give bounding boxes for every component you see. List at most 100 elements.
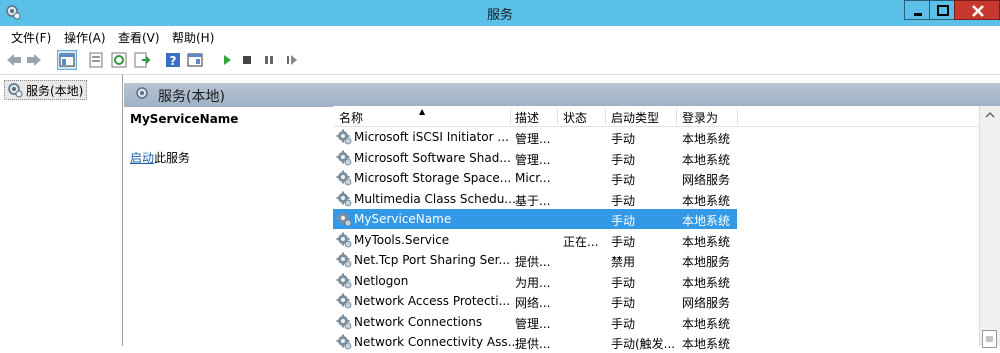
services-icon	[8, 83, 23, 98]
forward-icon[interactable]	[25, 51, 43, 69]
cell-startup-type: 手动	[611, 275, 636, 290]
table-row[interactable]: Microsoft Software Shad... 管理... 手动 本地系统	[333, 148, 737, 168]
gear-icon	[336, 129, 352, 145]
column-startup-type[interactable]: 启动类型	[611, 109, 659, 126]
cell-startup-type: 手动	[611, 296, 636, 310]
vertical-scrollbar[interactable]	[979, 106, 1000, 348]
start-service-icon[interactable]	[218, 51, 236, 69]
start-service-line: 启动此服务	[130, 149, 190, 166]
table-row[interactable]: Microsoft iSCSI Initiator ... 管理... 手动 本地系统	[333, 127, 737, 147]
list-header: 名称 ▲ 描述 状态 启动类型 登录为	[333, 106, 979, 127]
svg-text:?: ?	[170, 54, 177, 68]
cell-logon-as: 本地系统	[682, 275, 731, 290]
start-service-link[interactable]: 启动	[130, 151, 154, 165]
back-icon[interactable]	[5, 51, 23, 69]
table-row[interactable]: Netlogon 为用... 手动 本地系统	[333, 271, 737, 291]
cell-logon-as: 本地系统	[682, 337, 731, 351]
pause-service-icon[interactable]	[260, 51, 278, 69]
refresh-icon[interactable]	[110, 51, 128, 69]
cell-description: 网络...	[515, 296, 551, 310]
gear-icon	[336, 211, 352, 227]
cell-logon-as: 本地系统	[682, 193, 731, 208]
view-icon[interactable]	[186, 51, 204, 69]
cell-name: Network Connectivity Ass...	[354, 335, 520, 349]
console-tree: 服务(本地)	[0, 75, 123, 346]
cell-description: 提供...	[515, 255, 551, 269]
cell-name: MyTools.Service	[354, 232, 450, 247]
gear-icon	[336, 150, 352, 166]
column-logon-as[interactable]: 登录为	[682, 109, 718, 126]
cell-logon-as: 本地系统	[682, 132, 731, 146]
cell-name: Microsoft iSCSI Initiator ...	[354, 130, 509, 144]
cell-description: Micr...	[515, 171, 551, 185]
table-row[interactable]: Multimedia Class Schedu... 基于... 手动 本地系统	[333, 189, 737, 209]
sort-ascending-icon: ▲	[419, 107, 426, 116]
pane-title: 服务(本地)	[158, 89, 225, 105]
cell-name: Microsoft Storage Space...	[354, 171, 512, 185]
show-hide-tree-icon[interactable]	[57, 50, 77, 70]
cell-startup-type: 手动(触发...	[611, 337, 676, 351]
cell-startup-type: 手动	[611, 234, 636, 249]
cell-name: Network Connections	[354, 314, 483, 329]
tree-item-label: 服务(本地)	[26, 83, 84, 98]
table-row[interactable]: Net.Tcp Port Sharing Ser... 提供... 禁用 本地服务	[333, 250, 737, 270]
cell-startup-type: 手动	[611, 132, 636, 146]
cell-logon-as: 本地服务	[682, 255, 731, 269]
cell-logon-as: 网络服务	[682, 296, 731, 310]
gear-icon	[336, 273, 352, 289]
cell-startup-type: 手动	[611, 214, 636, 228]
column-name[interactable]: 名称	[339, 109, 363, 126]
title-bar: 服务	[0, 0, 1000, 26]
table-row[interactable]: Network Access Protecti... 网络... 手动 网络服务	[333, 291, 737, 311]
table-row[interactable]: Network Connections 管理... 手动 本地系统	[333, 312, 737, 332]
menu-view[interactable]: 查看(V)	[118, 29, 160, 46]
cell-name: MyServiceName	[354, 212, 452, 226]
gear-icon	[336, 170, 352, 186]
cell-startup-type: 手动	[611, 152, 636, 167]
gear-icon	[336, 314, 352, 330]
scroll-up-icon[interactable]	[980, 106, 1000, 124]
pane-header: 服务(本地)	[124, 83, 1000, 107]
menu-bar: 文件(F) 操作(A) 查看(V) 帮助(H)	[0, 26, 1000, 46]
table-row[interactable]: Network Connectivity Ass... 提供... 手动(触发...…	[333, 332, 737, 352]
cell-name: Network Access Protecti...	[354, 294, 511, 308]
gear-icon	[336, 334, 352, 350]
close-button[interactable]	[954, 0, 1000, 20]
scroll-thumb[interactable]	[982, 330, 997, 348]
cell-description: 基于...	[515, 193, 551, 208]
stop-service-icon[interactable]	[238, 51, 256, 69]
gear-icon	[336, 232, 352, 248]
restart-service-icon[interactable]	[283, 51, 301, 69]
cell-name: Multimedia Class Schedu...	[354, 191, 516, 206]
cell-startup-type: 手动	[611, 193, 636, 208]
table-row[interactable]: Microsoft Storage Space... Micr... 手动 网络服务	[333, 168, 737, 188]
table-row[interactable]: MyTools.Service 正在... 手动 本地系统	[333, 230, 737, 250]
cell-description: 管理...	[515, 316, 551, 331]
cell-status: 正在...	[563, 234, 599, 249]
column-status[interactable]: 状态	[563, 109, 587, 126]
column-description[interactable]: 描述	[515, 109, 539, 126]
services-icon	[136, 87, 148, 99]
maximize-button[interactable]	[929, 0, 955, 20]
cell-logon-as: 本地系统	[682, 316, 731, 331]
cell-name: Microsoft Software Shad...	[354, 150, 511, 165]
menu-file[interactable]: 文件(F)	[11, 29, 51, 46]
service-detail: MyServiceName 启动此服务	[124, 107, 324, 346]
selected-service-name: MyServiceName	[130, 112, 239, 126]
toolbar: ?	[0, 46, 1000, 75]
window-title: 服务	[486, 8, 513, 23]
tree-item-services-local[interactable]: 服务(本地)	[4, 80, 88, 100]
help-icon[interactable]: ?	[164, 51, 182, 69]
cell-logon-as: 本地系统	[682, 152, 731, 167]
cell-logon-as: 本地系统	[682, 234, 731, 249]
cell-description: 管理...	[515, 152, 551, 167]
cell-description: 管理...	[515, 132, 551, 146]
menu-help[interactable]: 帮助(H)	[172, 29, 214, 46]
gear-icon	[336, 252, 352, 268]
properties-icon[interactable]	[87, 51, 105, 69]
minimize-button[interactable]	[904, 0, 930, 20]
gear-icon	[336, 191, 352, 207]
export-list-icon[interactable]	[133, 51, 151, 69]
table-row[interactable]: MyServiceName 手动 本地系统	[333, 209, 737, 229]
menu-action[interactable]: 操作(A)	[64, 29, 106, 46]
